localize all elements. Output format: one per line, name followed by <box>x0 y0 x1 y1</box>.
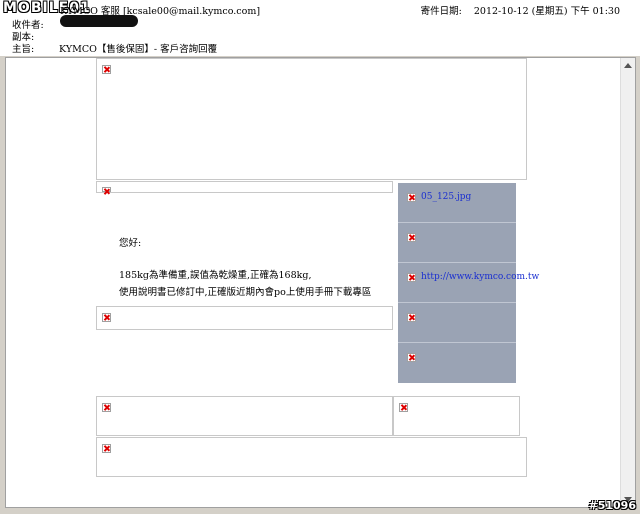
sidebar-item-photo[interactable]: 05_125.jpg <box>398 183 516 223</box>
strip-image-placeholder <box>96 181 393 193</box>
sidebar-image-panel: 05_125.jpg http://www.kymco.com.tw <box>398 183 539 383</box>
subject-row: 主旨: KYMCO【售後保固】- 客戶咨詢回覆 <box>12 41 217 55</box>
sidebar-item-label[interactable]: 05_125.jpg <box>421 192 471 202</box>
vertical-scrollbar[interactable] <box>620 58 635 507</box>
body-line-1: 185kg為準備重,誤值為乾燥重,正確為168kg, <box>119 270 312 281</box>
subject-value: KYMCO【售後保固】- 客戶咨詢回覆 <box>59 44 218 55</box>
broken-image-icon <box>407 353 416 362</box>
broken-image-icon <box>102 444 111 453</box>
broken-image-icon <box>102 403 111 412</box>
broken-image-icon <box>102 187 111 192</box>
footer-image-right <box>393 396 520 436</box>
sidebar-item-5 <box>398 343 516 383</box>
scroll-up-arrow-icon[interactable] <box>624 63 632 68</box>
broken-image-icon <box>407 313 416 322</box>
broken-image-icon <box>407 273 416 282</box>
sidebar-item-link[interactable]: http://www.kymco.com.tw <box>398 263 539 303</box>
banner-image-placeholder <box>96 58 527 180</box>
broken-image-icon <box>407 233 416 242</box>
broken-image-icon <box>407 193 416 202</box>
sent-date-value: 2012-10-12 (星期五) 下午 01:30 <box>473 6 620 17</box>
broken-image-icon <box>102 65 111 74</box>
footer-image-left <box>96 396 393 436</box>
sent-date-label: 寄件日期: <box>420 6 462 17</box>
sidebar-item-2 <box>398 223 516 263</box>
sidebar-item-4 <box>398 303 516 343</box>
lower-image-placeholder <box>96 306 393 330</box>
watermark-id: #51096 <box>588 499 637 512</box>
subject-label: 主旨: <box>12 44 35 55</box>
redacted-recipient <box>60 15 138 27</box>
body-line-2: 使用說明書已修訂中,正確版近期內會po上使用手冊下載專區 <box>119 287 372 298</box>
broken-image-icon <box>399 403 408 412</box>
email-body-pane[interactable]: 您好: 185kg為準備重,誤值為乾燥重,正確為168kg, 使用說明書已修訂中… <box>5 57 636 508</box>
footer-image-bottom <box>96 437 527 477</box>
email-header: MOBILE01 KYMCO 客服 [kcsale00@mail.kymco.c… <box>0 0 640 56</box>
sidebar-link-label[interactable]: http://www.kymco.com.tw <box>421 272 539 282</box>
sent-date-row: 寄件日期: 2012-10-12 (星期五) 下午 01:30 <box>421 3 620 17</box>
greeting-text: 您好: <box>119 238 142 249</box>
broken-image-icon <box>102 313 111 322</box>
